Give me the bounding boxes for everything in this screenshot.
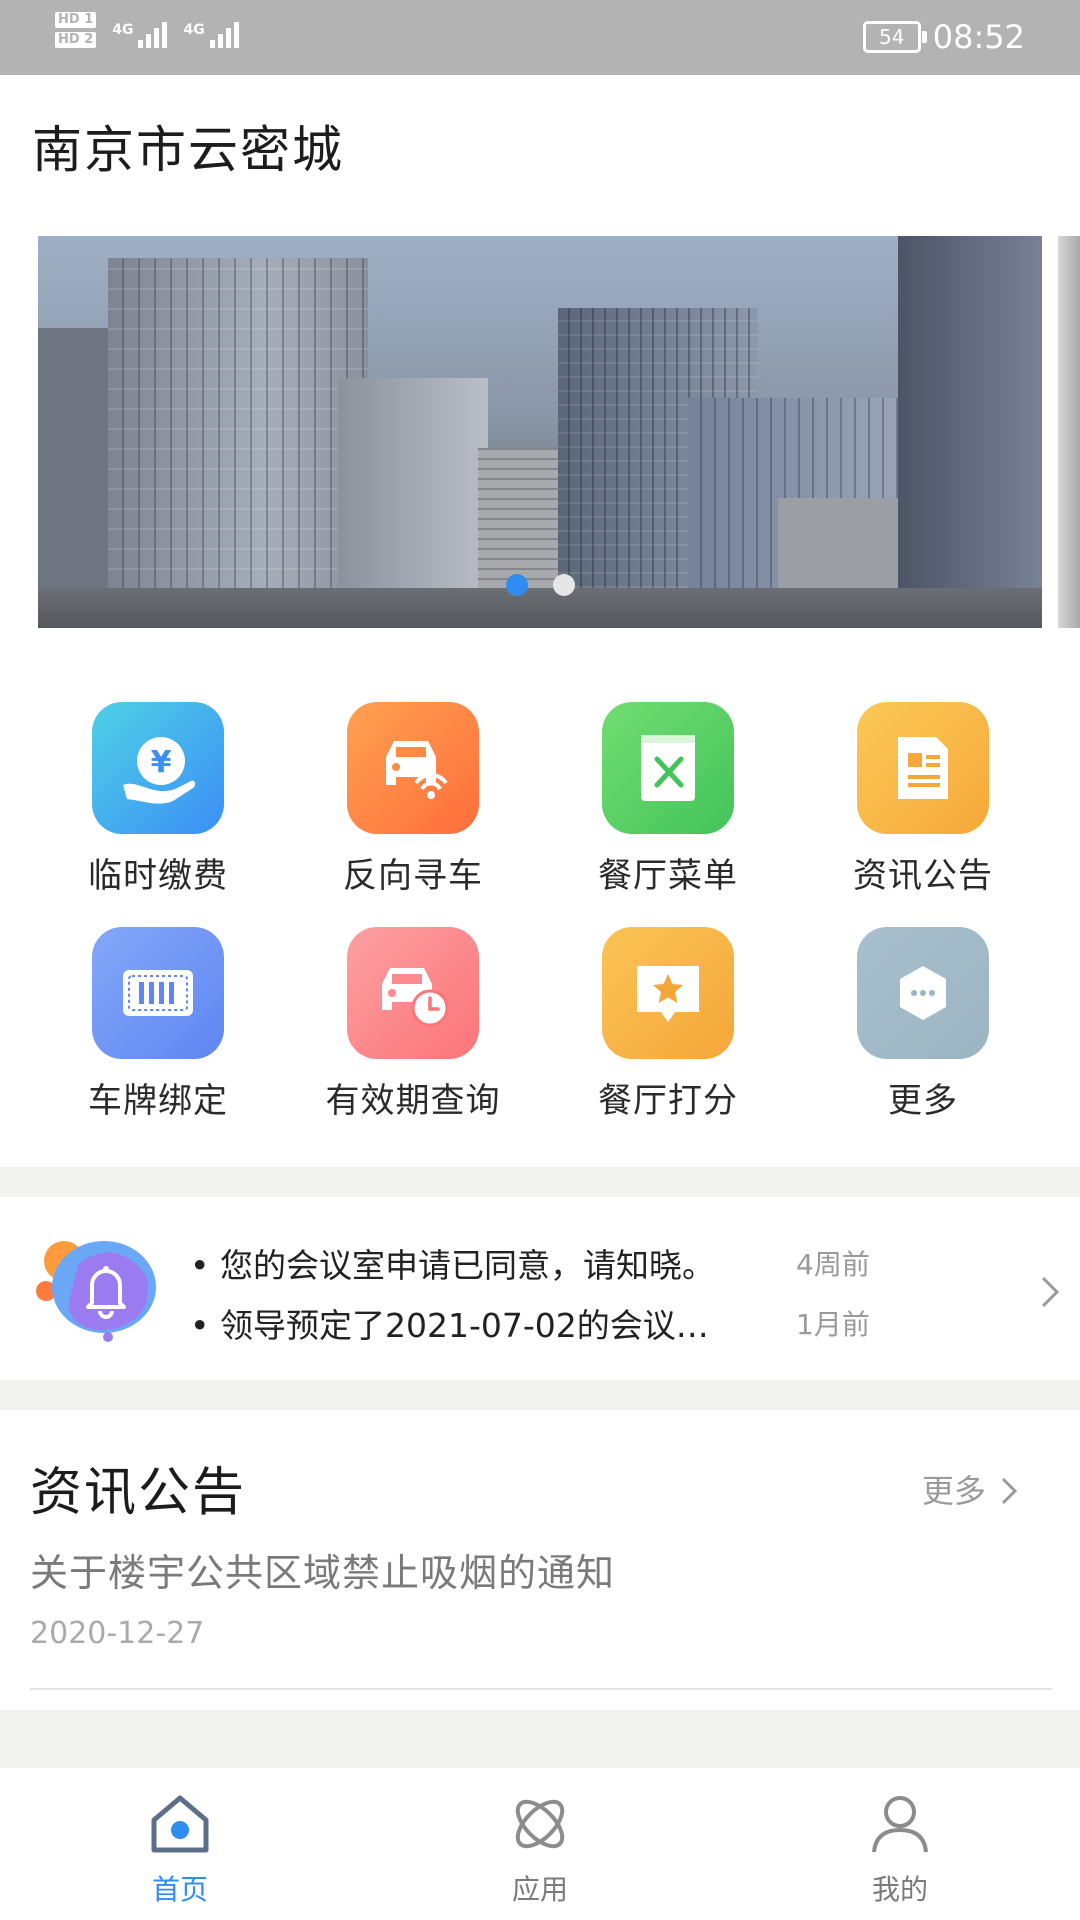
home-icon: [151, 1795, 209, 1853]
news-date: 2020-12-27: [30, 1616, 205, 1651]
signal-1-icon: 4G: [112, 22, 168, 48]
apps-orbit-icon: [515, 1799, 565, 1849]
bottom-tab-bar: 首页 应用 我的: [0, 1768, 1080, 1920]
car-clock-icon: [347, 927, 479, 1059]
signal-2-icon: 4G: [183, 22, 239, 48]
news-doc-icon: [857, 702, 989, 834]
bell-icon: [34, 1225, 164, 1345]
carousel-dot-active[interactable]: [506, 574, 528, 596]
svg-text:¥: ¥: [151, 745, 172, 780]
more-icon: [857, 927, 989, 1059]
notice-item[interactable]: • 您的会议室申请已同意，请知晓。: [190, 1239, 715, 1287]
hd-badges: HD 1 HD 2: [55, 12, 97, 48]
tab-label: 首页: [151, 1873, 208, 1906]
network-2-label: 4G: [183, 22, 205, 38]
page-title: 南京市云密城: [32, 121, 344, 179]
grid-item-validity-query[interactable]: 有效期查询: [303, 927, 523, 1127]
news-section: 资讯公告 更多 关于楼宇公共区域禁止吸烟的通知 2020-12-27: [0, 1410, 1080, 1710]
tab-label: 我的: [871, 1873, 928, 1906]
notice-time: 1月前: [796, 1308, 870, 1341]
notice-text: 您的会议室申请已同意，请知晓。: [219, 1246, 715, 1285]
status-bar: HD 1 HD 2 4G 4G 54 08:52: [0, 0, 1080, 75]
notice-text: 领导预定了2021-07-02的会议…: [219, 1306, 709, 1345]
hd1-badge: HD 1: [55, 12, 97, 28]
notice-item[interactable]: • 领导预定了2021-07-02的会议…: [190, 1299, 709, 1347]
grid-item-news[interactable]: 资讯公告: [813, 702, 1033, 902]
star-rating-icon: [602, 927, 734, 1059]
license-plate-icon: [92, 927, 224, 1059]
notification-panel[interactable]: • 您的会议室申请已同意，请知晓。 4周前 • 领导预定了2021-07-02的…: [0, 1197, 1080, 1380]
battery-icon: 54: [862, 21, 927, 53]
news-headline[interactable]: 关于楼宇公共区域禁止吸烟的通知: [30, 1542, 615, 1597]
more-link[interactable]: 更多: [922, 1466, 1018, 1512]
grid-item-restaurant-menu[interactable]: 餐厅菜单: [558, 702, 778, 902]
network-1-label: 4G: [112, 22, 134, 38]
divider: [30, 1688, 1052, 1690]
grid-label: 有效期查询: [325, 1081, 501, 1121]
grid-label: 餐厅打分: [598, 1081, 738, 1121]
signal-indicators: HD 1 HD 2 4G 4G: [55, 12, 239, 48]
clock: 08:52: [932, 18, 1025, 56]
grid-label: 临时缴费: [88, 856, 228, 896]
grid-item-plate-binding[interactable]: 车牌绑定: [48, 927, 268, 1127]
menu-book-icon: [602, 702, 734, 834]
tab-apps[interactable]: 应用: [440, 1768, 640, 1920]
more-label: 更多: [921, 1472, 986, 1510]
user-icon: [872, 1796, 928, 1853]
grid-label: 资讯公告: [853, 856, 993, 896]
grid-item-more[interactable]: 更多: [813, 927, 1033, 1127]
grid-label: 反向寻车: [343, 856, 483, 896]
grid-item-temporary-payment[interactable]: ¥ 临时缴费: [48, 702, 268, 902]
chevron-right-icon: [1001, 1477, 1018, 1505]
carousel-dot[interactable]: [553, 574, 575, 596]
section-title: 资讯公告: [30, 1463, 247, 1523]
tab-home[interactable]: 首页: [80, 1768, 280, 1920]
grid-label: 车牌绑定: [88, 1081, 228, 1121]
car-search-icon: [347, 702, 479, 834]
chevron-right-icon[interactable]: [1040, 1275, 1060, 1309]
grid-item-restaurant-rating[interactable]: 餐厅打分: [558, 927, 778, 1127]
banner-next-slide-peek[interactable]: [1058, 236, 1080, 628]
grid-label: 餐厅菜单: [598, 856, 738, 896]
hd2-badge: HD 2: [55, 32, 97, 48]
yuan-hand-icon: ¥: [92, 702, 224, 834]
notice-time: 4周前: [796, 1248, 870, 1281]
grid-item-reverse-car-search[interactable]: 反向寻车: [303, 702, 523, 902]
banner-carousel[interactable]: [38, 236, 1042, 628]
grid-label: 更多: [888, 1081, 958, 1121]
tab-mine[interactable]: 我的: [800, 1768, 1000, 1920]
tab-label: 应用: [511, 1873, 568, 1906]
